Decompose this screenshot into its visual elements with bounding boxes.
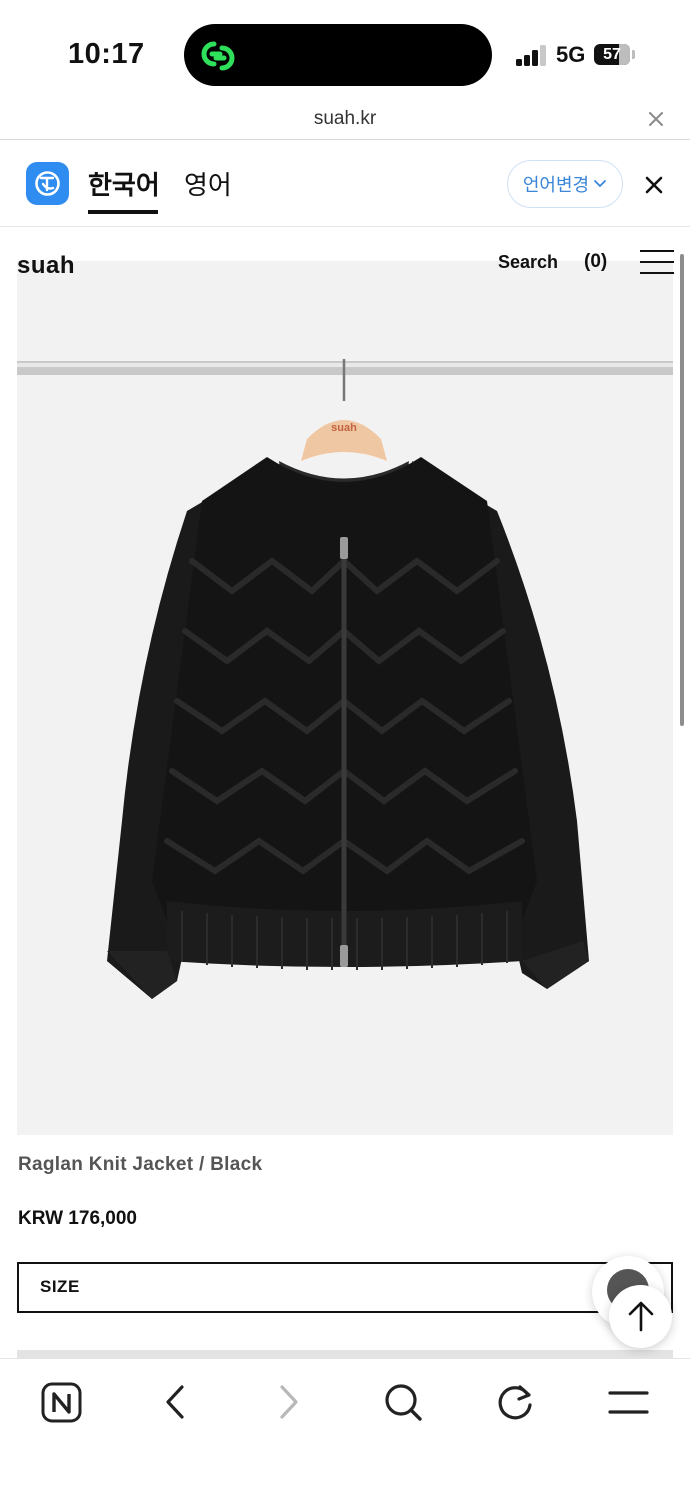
- hanger-label: suah: [331, 422, 357, 434]
- language-change-label: 언어변경: [522, 175, 590, 195]
- cart-link[interactable]: (0): [584, 251, 607, 273]
- translate-bar: 한국어 영어 언어변경: [0, 141, 690, 227]
- status-time: 10:17: [68, 38, 145, 70]
- hamburger-icon[interactable]: [640, 250, 674, 274]
- page-content: suah suah Search (0) Raglan Knit Jacket …: [0, 228, 690, 1358]
- close-icon[interactable]: [645, 108, 667, 130]
- size-select-label: SIZE: [40, 1277, 80, 1296]
- product-title: Raglan Knit Jacket / Black: [18, 1154, 263, 1175]
- brand-logo[interactable]: suah: [17, 252, 75, 280]
- url-bar[interactable]: suah.kr: [0, 100, 690, 140]
- active-tab-indicator: [88, 210, 158, 214]
- forward-icon[interactable]: [268, 1381, 312, 1425]
- back-icon[interactable]: [154, 1381, 198, 1425]
- size-select[interactable]: SIZE: [17, 1262, 673, 1313]
- battery-level: 57: [603, 46, 621, 63]
- signal-icon: [516, 44, 548, 66]
- reload-icon[interactable]: [494, 1381, 538, 1425]
- next-section: [17, 1350, 673, 1358]
- status-bar: 10:17 5G 57: [0, 0, 690, 100]
- scrollbar[interactable]: [680, 254, 684, 726]
- link-icon: [201, 41, 235, 71]
- network-type: 5G: [556, 42, 586, 67]
- browser-toolbar: [0, 1358, 690, 1500]
- language-change-button[interactable]: 언어변경: [507, 160, 623, 208]
- search-link[interactable]: Search: [498, 252, 558, 273]
- url-text[interactable]: suah.kr: [0, 108, 690, 130]
- battery-icon: 57: [594, 44, 630, 65]
- tab-korean[interactable]: 한국어: [88, 165, 160, 202]
- dynamic-island: [184, 24, 492, 86]
- product-price: KRW 176,000: [18, 1208, 137, 1229]
- arrow-up-icon: [628, 1301, 654, 1332]
- tab-english[interactable]: 영어: [184, 165, 232, 202]
- search-icon[interactable]: [382, 1381, 426, 1425]
- chevron-down-icon: [594, 180, 607, 188]
- menu-icon[interactable]: [607, 1381, 651, 1425]
- scroll-top-button[interactable]: [609, 1285, 672, 1348]
- close-icon[interactable]: [642, 173, 666, 197]
- naver-home-icon[interactable]: [40, 1381, 84, 1425]
- translate-icon: [26, 162, 69, 205]
- product-image[interactable]: suah suah: [17, 261, 673, 1135]
- battery-tip: [632, 50, 635, 59]
